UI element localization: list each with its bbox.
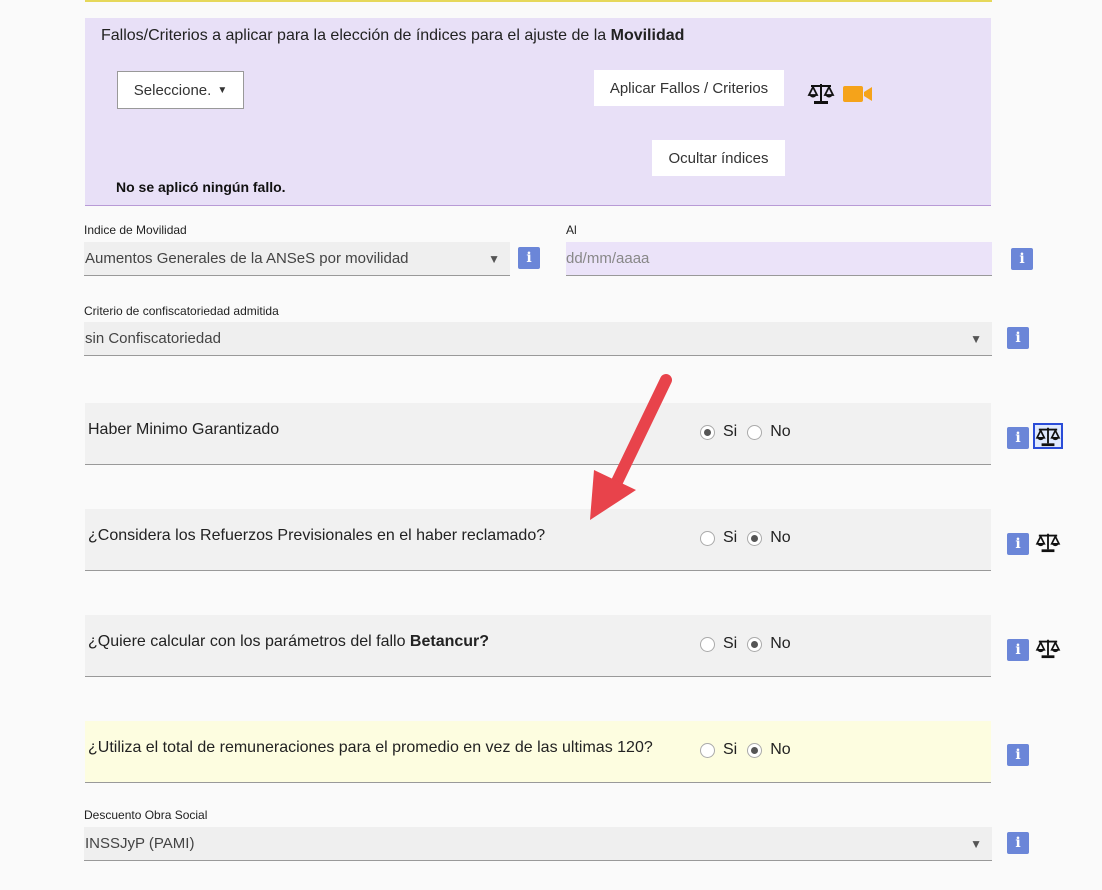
al-label: Al	[566, 223, 577, 237]
question-row-refuerzos: ¿Considera los Refuerzos Previsionales e…	[85, 509, 991, 571]
info-icon[interactable]: i	[1007, 427, 1029, 449]
radio-si[interactable]	[700, 636, 715, 652]
indice-movilidad-value: Aumentos Generales de la ANSeS por movil…	[85, 250, 409, 267]
radio-si-label: Si	[723, 635, 738, 652]
radio-si[interactable]	[700, 424, 715, 440]
question-text: ¿Utiliza el total de remuneraciones para…	[88, 739, 653, 756]
question-text: Haber Minimo Garantizado	[88, 421, 280, 438]
annotation-arrow-icon	[590, 374, 672, 520]
obra-social-select[interactable]: INSSJyP (PAMI) ▼	[84, 827, 992, 861]
confiscatoriedad-label: Criterio de confiscatoriedad admitida	[84, 304, 279, 318]
info-icon[interactable]: i	[1007, 639, 1029, 661]
radio-si[interactable]	[700, 530, 715, 546]
radio-group: Si No	[700, 741, 801, 759]
confiscatoriedad-value: sin Confiscatoriedad	[85, 330, 221, 347]
top-divider	[85, 0, 992, 2]
radio-group: Si No	[700, 423, 801, 441]
dropdown-arrow-icon: ▼	[970, 837, 982, 851]
scale-icon[interactable]	[1033, 423, 1063, 449]
aplicar-fallos-button[interactable]: Aplicar Fallos / Criterios	[594, 70, 784, 106]
obra-social-value: INSSJyP (PAMI)	[85, 835, 195, 852]
question-text: ¿Considera los Refuerzos Previsionales e…	[88, 527, 546, 544]
info-icon[interactable]: i	[1007, 832, 1029, 854]
question-row-betancur: ¿Quiere calcular con los parámetros del …	[85, 615, 991, 677]
fallos-status-text: No se aplicó ningún fallo.	[116, 179, 286, 195]
radio-no-label: No	[770, 529, 791, 546]
info-icon[interactable]: i	[1007, 533, 1029, 555]
radio-no[interactable]	[747, 530, 763, 546]
radio-no-label: No	[770, 741, 791, 758]
fallos-title-bold: Movilidad	[610, 27, 685, 44]
radio-group: Si No	[700, 635, 801, 653]
fallos-select-dropdown[interactable]: Seleccione. ▼	[117, 71, 244, 109]
radio-no-label: No	[770, 423, 791, 440]
fallos-title-text: Fallos/Criterios a aplicar para la elecc…	[101, 27, 611, 44]
scale-icon[interactable]	[1035, 531, 1061, 553]
al-date-input[interactable]: dd/mm/aaaa	[566, 242, 992, 276]
fallos-criterios-panel: Fallos/Criterios a aplicar para la elecc…	[85, 18, 991, 206]
question-row-haber-minimo: Haber Minimo Garantizado Si No	[85, 403, 991, 465]
caret-down-icon: ▼	[217, 84, 228, 96]
radio-si[interactable]	[700, 742, 715, 758]
radio-group: Si No	[700, 529, 801, 547]
radio-si-label: Si	[723, 529, 738, 546]
info-icon[interactable]: i	[1007, 327, 1029, 349]
info-icon[interactable]: i	[1011, 248, 1033, 270]
dropdown-arrow-icon: ▼	[970, 332, 982, 346]
scale-icon[interactable]	[807, 81, 835, 105]
dropdown-arrow-icon: ▼	[488, 252, 500, 266]
fallos-select-label: Seleccione.	[133, 81, 212, 99]
question-row-remuneraciones: ¿Utiliza el total de remuneraciones para…	[85, 721, 991, 783]
confiscatoriedad-select[interactable]: sin Confiscatoriedad ▼	[84, 322, 992, 356]
ocultar-indices-button[interactable]: Ocultar índices	[652, 140, 785, 176]
radio-si-label: Si	[723, 741, 738, 758]
radio-no[interactable]	[747, 742, 763, 758]
obra-social-label: Descuento Obra Social	[84, 808, 208, 822]
radio-no[interactable]	[747, 424, 763, 440]
radio-si-label: Si	[723, 423, 738, 440]
radio-no[interactable]	[747, 636, 763, 652]
indice-movilidad-select[interactable]: Aumentos Generales de la ANSeS por movil…	[84, 242, 510, 276]
video-camera-icon[interactable]	[843, 84, 873, 104]
radio-no-label: No	[770, 635, 791, 652]
scale-icon[interactable]	[1035, 637, 1061, 659]
fallos-title: Fallos/Criterios a aplicar para la elecc…	[101, 27, 684, 45]
indice-movilidad-label: Indice de Movilidad	[84, 223, 187, 237]
question-text: ¿Quiere calcular con los parámetros del …	[88, 633, 490, 650]
info-icon[interactable]: i	[1007, 744, 1029, 766]
info-icon[interactable]: i	[518, 247, 540, 269]
